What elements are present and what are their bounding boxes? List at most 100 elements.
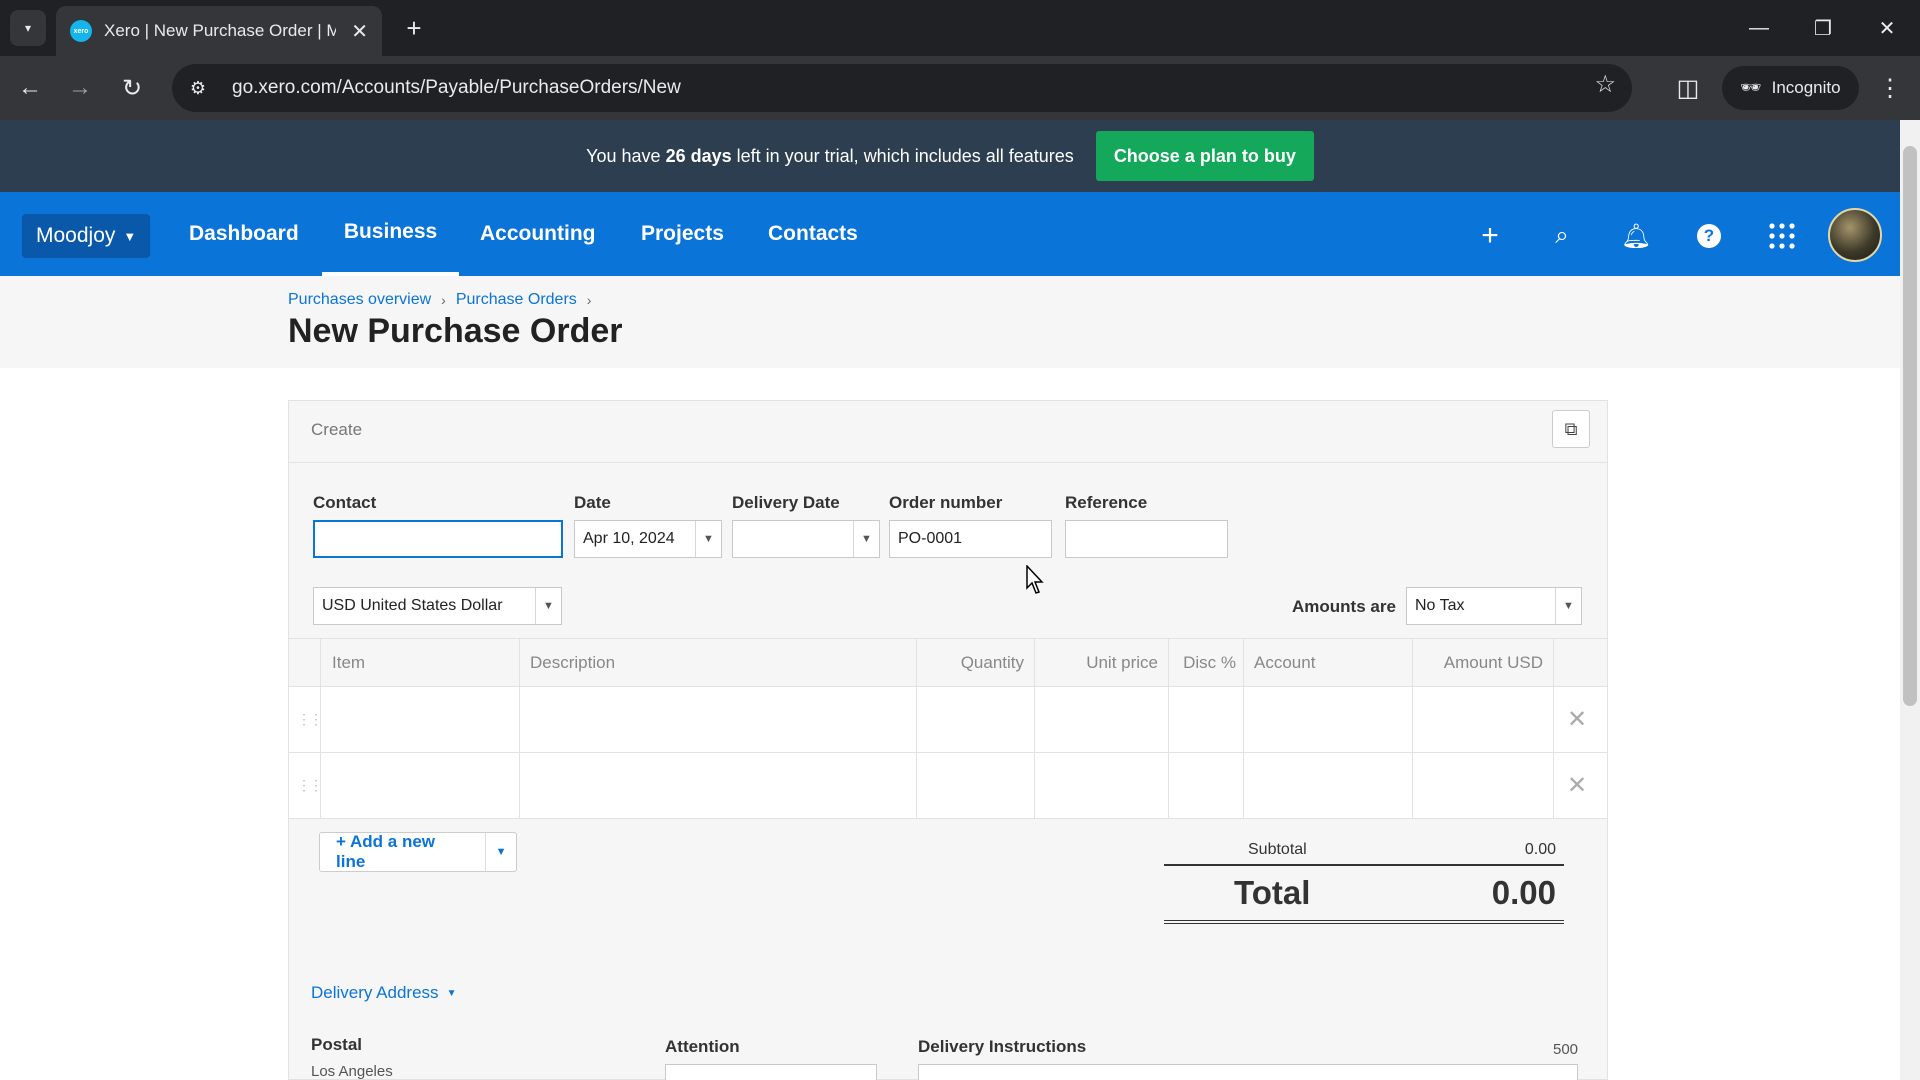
column-unit-price: Unit price xyxy=(1086,653,1158,672)
nav-dashboard[interactable]: Dashboard xyxy=(189,192,299,276)
mouse-cursor-icon xyxy=(1026,565,1044,594)
breadcrumb-separator-icon: › xyxy=(441,292,446,308)
incognito-label: Incognito xyxy=(1771,78,1841,97)
contact-input[interactable] xyxy=(313,520,563,558)
back-icon[interactable]: ← xyxy=(10,68,50,108)
drag-handle-icon[interactable]: ⋮⋮ xyxy=(297,777,323,794)
delete-row-icon[interactable]: ✕ xyxy=(1567,771,1587,800)
column-item: Item xyxy=(332,653,366,672)
browser-toolbar: ← → ↻ ⚙ go.xero.com/Accounts/Payable/Pur… xyxy=(0,56,1920,120)
page-header xyxy=(0,276,1900,368)
delivery-address-toggle[interactable]: Delivery Address ▼ xyxy=(311,983,456,1003)
currency-dropdown-icon[interactable]: ▼ xyxy=(535,588,561,624)
url-text[interactable]: go.xero.com/Accounts/Payable/PurchaseOrd… xyxy=(232,77,681,99)
currency-value: USD United States Dollar xyxy=(322,597,503,614)
trial-message: You have 26 days left in your trial, whi… xyxy=(586,145,1074,166)
card-section-title: Create xyxy=(311,420,363,439)
currency-select[interactable]: USD United States Dollar ▼ xyxy=(313,587,562,625)
delivery-date-dropdown-icon[interactable]: ▼ xyxy=(853,521,879,557)
app-launcher-icon[interactable] xyxy=(1762,216,1802,256)
nav-accounting[interactable]: Accounting xyxy=(480,192,596,276)
tab-title: Xero | New Purchase Order | M xyxy=(104,21,336,40)
divider xyxy=(289,462,1607,463)
amounts-are-select[interactable]: No Tax ▼ xyxy=(1406,587,1582,625)
delivery-instructions-input[interactable] xyxy=(918,1064,1578,1080)
nav-projects[interactable]: Projects xyxy=(641,192,724,276)
contact-label: Contact xyxy=(313,493,377,512)
user-avatar[interactable] xyxy=(1828,208,1882,262)
reference-label: Reference xyxy=(1065,493,1148,512)
column-description: Description xyxy=(530,653,616,672)
reference-input[interactable] xyxy=(1065,520,1228,558)
total-row: Total 0.00 xyxy=(1164,866,1564,924)
order-number-input[interactable]: PO-0001 xyxy=(889,520,1052,558)
totals-panel: Subtotal 0.00 Total 0.00 xyxy=(1164,836,1564,924)
delivery-date-label: Delivery Date xyxy=(732,493,840,512)
delivery-instructions-label: Delivery Instructions xyxy=(918,1037,1087,1056)
column-quantity: Quantity xyxy=(960,653,1024,672)
forward-icon[interactable]: → xyxy=(60,68,100,108)
delivery-date-picker[interactable]: ▼ xyxy=(732,520,880,558)
copy-icon[interactable]: ⧉ xyxy=(1552,410,1590,448)
order-number-label: Order number xyxy=(889,493,1003,512)
subtotal-row: Subtotal 0.00 xyxy=(1164,836,1564,866)
browser-menu-icon[interactable]: ⋮ xyxy=(1870,68,1910,108)
date-picker[interactable]: Apr 10, 2024 ▼ xyxy=(574,520,722,558)
attention-input[interactable] xyxy=(665,1064,877,1080)
browser-tab[interactable]: xero Xero | New Purchase Order | M ✕ xyxy=(56,6,382,56)
postal-value: Los Angeles xyxy=(311,1063,393,1080)
breadcrumb-purchases-overview[interactable]: Purchases overview xyxy=(288,291,431,309)
breadcrumb: Purchases overview › Purchase Orders › xyxy=(288,291,591,309)
xero-top-nav: Moodjoy ▼ Dashboard Business Accounting … xyxy=(0,192,1900,276)
subtotal-value: 0.00 xyxy=(1524,841,1556,858)
search-icon[interactable]: ⌕ xyxy=(1542,216,1582,256)
reload-icon[interactable]: ↻ xyxy=(112,68,152,108)
org-switcher[interactable]: Moodjoy ▼ xyxy=(22,214,151,258)
breadcrumb-separator-icon: › xyxy=(586,292,592,308)
caret-down-icon: ▼ xyxy=(446,987,457,999)
delete-row-icon[interactable]: ✕ xyxy=(1567,705,1587,734)
drag-handle-icon[interactable]: ⋮⋮ xyxy=(297,711,323,728)
add-new-line-button[interactable]: + Add a new line ▼ xyxy=(319,832,517,872)
amounts-are-dropdown-icon[interactable]: ▼ xyxy=(1555,588,1581,624)
side-panel-icon[interactable]: ◫ xyxy=(1668,68,1708,108)
restore-icon[interactable]: ❐ xyxy=(1800,8,1846,48)
help-icon[interactable]: ? xyxy=(1689,216,1729,256)
new-tab-icon[interactable]: + xyxy=(396,10,432,46)
nav-contacts[interactable]: Contacts xyxy=(768,192,858,276)
add-line-dropdown-icon[interactable]: ▼ xyxy=(486,846,516,858)
delivery-address-label[interactable]: Delivery Address xyxy=(311,983,439,1003)
amounts-are-value: No Tax xyxy=(1415,597,1465,614)
bookmark-star-icon[interactable]: ☆ xyxy=(1594,70,1616,99)
column-amount: Amount USD xyxy=(1443,653,1543,672)
page-title: New Purchase Order xyxy=(288,312,623,350)
tab-search-chevron-icon[interactable]: ▾ xyxy=(10,10,46,46)
add-icon[interactable]: + xyxy=(1470,216,1510,256)
column-disc: Disc % xyxy=(1183,653,1236,672)
date-dropdown-icon[interactable]: ▼ xyxy=(695,521,721,557)
address-bar[interactable]: ⚙ go.xero.com/Accounts/Payable/PurchaseO… xyxy=(172,64,1632,112)
scrollbar-thumb[interactable] xyxy=(1903,146,1917,706)
line-items-table: Item Description Quantity Unit price Dis… xyxy=(289,638,1607,819)
tab-close-icon[interactable]: ✕ xyxy=(351,19,368,44)
table-header: Item Description Quantity Unit price Dis… xyxy=(289,639,1607,687)
minimize-icon[interactable]: — xyxy=(1736,8,1782,48)
trial-days: 26 days xyxy=(665,145,732,166)
choose-plan-button[interactable]: Choose a plan to buy xyxy=(1095,131,1314,181)
browser-tab-bar: ▾ xero Xero | New Purchase Order | M ✕ +… xyxy=(0,0,1920,56)
attention-label: Attention xyxy=(665,1037,740,1056)
instructions-char-limit: 500 xyxy=(1553,1041,1579,1058)
amounts-are-label: Amounts are xyxy=(1292,597,1396,616)
incognito-indicator[interactable]: 🕶 Incognito xyxy=(1722,66,1859,110)
postal-label: Postal xyxy=(311,1035,363,1054)
notifications-bell-icon[interactable]: 🔔︎ xyxy=(1616,216,1656,256)
table-row[interactable]: ⋮⋮ ✕ xyxy=(289,753,1607,819)
add-line-label[interactable]: + Add a new line xyxy=(320,832,487,871)
site-info-icon[interactable]: ⚙ xyxy=(178,68,218,108)
trial-banner: You have 26 days left in your trial, whi… xyxy=(0,120,1900,192)
breadcrumb-purchase-orders[interactable]: Purchase Orders xyxy=(456,291,577,309)
date-label: Date xyxy=(574,493,611,512)
table-row[interactable]: ⋮⋮ ✕ xyxy=(289,687,1607,753)
window-close-icon[interactable]: ✕ xyxy=(1864,8,1910,48)
nav-business[interactable]: Business xyxy=(322,192,459,276)
